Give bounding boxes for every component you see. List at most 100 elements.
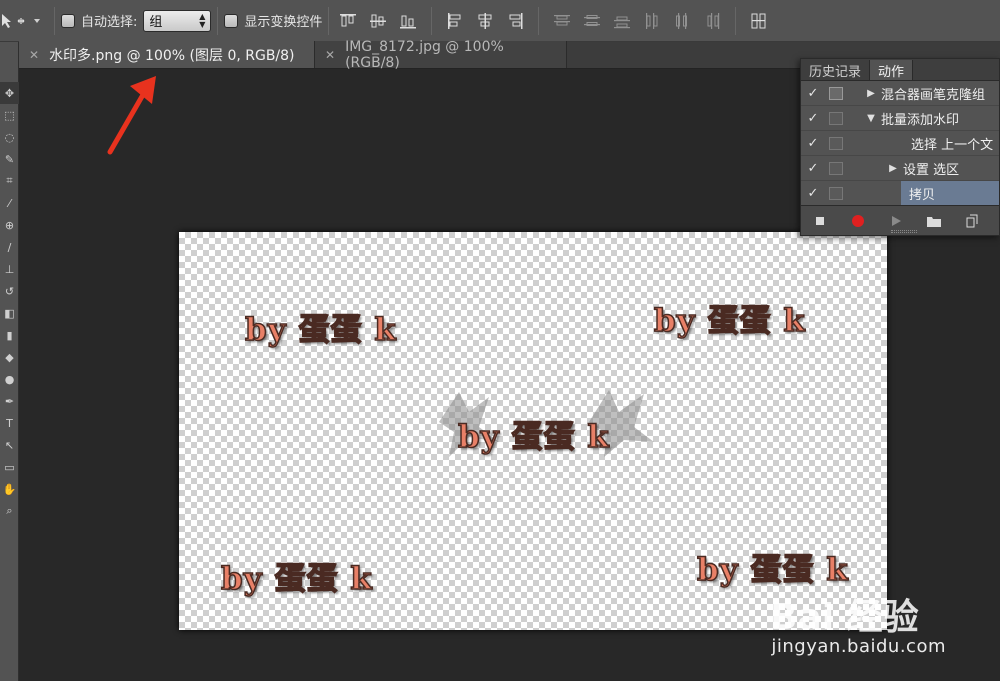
align-bottom-icon: [400, 15, 417, 28]
baidu-logo-text: Bai 经验: [770, 597, 919, 638]
quick-select-tool-icon[interactable]: ✎: [0, 148, 19, 170]
stop-button[interactable]: [811, 212, 829, 230]
action-row[interactable]: ✓ 选择 上一个文: [801, 131, 999, 156]
action-row[interactable]: ✓ ▶ 混合器画笔克隆组: [801, 81, 999, 106]
check-icon[interactable]: ✓: [801, 136, 825, 151]
eraser-tool-icon[interactable]: ◧: [0, 302, 19, 324]
record-button[interactable]: [849, 212, 867, 230]
align-bottom-edges-button[interactable]: [395, 8, 421, 34]
type-tool-icon[interactable]: T: [0, 412, 19, 434]
action-row-selected[interactable]: ✓ 拷贝: [801, 181, 999, 206]
divider: [217, 6, 219, 35]
auto-align-layers-button[interactable]: [746, 8, 772, 34]
align-horizontal-centers-button[interactable]: [472, 8, 498, 34]
new-action-button[interactable]: [963, 212, 981, 230]
close-icon[interactable]: ✕: [325, 48, 335, 62]
brush-tool-icon[interactable]: ∕: [0, 236, 19, 258]
auto-select-dropdown[interactable]: 组 ▲ ▼: [143, 9, 212, 32]
distribute-hcenter-icon: [676, 12, 688, 29]
divider: [538, 6, 540, 35]
options-bar: 自动选择: 组 ▲ ▼ 显示变换控件: [0, 0, 1000, 42]
move-tool-icon[interactable]: ✥: [0, 82, 19, 104]
expand-triangle-icon[interactable]: ▶: [863, 88, 879, 99]
distribute-vcenter-icon: [584, 14, 601, 26]
dialog-toggle-icon[interactable]: [829, 86, 843, 100]
action-row[interactable]: ✓ ▼ 批量添加水印: [801, 106, 999, 131]
blur-tool-icon[interactable]: ◆: [0, 346, 19, 368]
path-select-tool-icon[interactable]: ↖: [0, 434, 19, 456]
align-vertical-centers-button[interactable]: [365, 8, 391, 34]
folder-icon: [927, 216, 941, 227]
dialog-toggle-icon[interactable]: [829, 186, 843, 200]
align-buttons: [335, 6, 772, 35]
show-transform-option[interactable]: 显示变换控件: [224, 11, 322, 30]
distribute-bottom-button[interactable]: [609, 8, 635, 34]
auto-select-option[interactable]: 自动选择: 组 ▲ ▼: [61, 9, 212, 32]
play-button[interactable]: [887, 212, 905, 230]
show-transform-checkbox[interactable]: [224, 13, 239, 28]
stop-icon: [816, 216, 824, 225]
check-icon[interactable]: ✓: [801, 186, 825, 201]
watermark-text: by 蛋蛋 k: [457, 418, 610, 456]
new-item-icon: [966, 214, 978, 227]
dialog-toggle-icon[interactable]: [829, 111, 843, 125]
move-tool-icon: [2, 13, 40, 28]
distribute-left-button[interactable]: [639, 8, 665, 34]
align-left-edges-button[interactable]: [442, 8, 468, 34]
tool-preset-picker[interactable]: [0, 0, 48, 42]
tab-history[interactable]: 历史记录: [801, 60, 869, 80]
pen-tool-icon[interactable]: ✒: [0, 390, 19, 412]
stamp-tool-icon[interactable]: ⊥: [0, 258, 19, 280]
eyedropper-tool-icon[interactable]: ⁄: [0, 192, 19, 214]
tab-watermark-png[interactable]: ✕ 水印多.png @ 100% (图层 0, RGB/8): [19, 41, 315, 68]
dodge-tool-icon[interactable]: ●: [0, 368, 19, 390]
distribute-right-icon: [707, 12, 720, 29]
watermark-text: by 蛋蛋 k: [653, 302, 806, 340]
tab-img-8172[interactable]: ✕ IMG_8172.jpg @ 100%(RGB/8): [315, 39, 567, 71]
check-icon[interactable]: ✓: [801, 86, 825, 101]
auto-select-checkbox[interactable]: [61, 13, 75, 28]
healing-tool-icon[interactable]: ⊕: [0, 214, 19, 236]
align-right-icon: [509, 12, 523, 29]
hand-tool-icon[interactable]: ✋: [0, 478, 19, 500]
distribute-top-button[interactable]: [549, 8, 575, 34]
document-canvas[interactable]: by 蛋蛋 k by 蛋蛋 k by 蛋蛋 k by 蛋蛋 k by 蛋蛋 k: [179, 232, 887, 630]
panel-resize-grip[interactable]: [891, 230, 917, 233]
auto-select-value: 组: [149, 15, 163, 30]
distribute-vcenter-button[interactable]: [579, 8, 605, 34]
history-brush-tool-icon[interactable]: ↺: [0, 280, 19, 302]
distribute-left-icon: [646, 12, 658, 29]
watermark-text: by 蛋蛋 k: [696, 551, 849, 589]
align-left-icon: [448, 12, 461, 29]
crop-tool-icon[interactable]: ⌗: [0, 170, 19, 192]
photoshop-window: 自动选择: 组 ▲ ▼ 显示变换控件 ✥ ⬚ ◌ ✎ ⌗ ⁄ ⊕ ∕ ⊥ ↺ ◧…: [0, 0, 1000, 681]
zoom-tool-icon[interactable]: ⌕: [0, 500, 19, 522]
action-row[interactable]: ✓ ▶ 设置 选区: [801, 156, 999, 181]
align-right-edges-button[interactable]: [502, 8, 528, 34]
lasso-tool-icon[interactable]: ◌: [0, 126, 19, 148]
distribute-bottom-icon: [614, 16, 631, 28]
distribute-top-icon: [554, 14, 571, 25]
gradient-tool-icon[interactable]: ▮: [0, 324, 19, 346]
dialog-toggle-icon[interactable]: [829, 161, 843, 175]
panel-tabs: 历史记录 动作: [801, 59, 999, 81]
marquee-tool-icon[interactable]: ⬚: [0, 104, 19, 126]
check-icon[interactable]: ✓: [801, 161, 825, 176]
auto-align-icon: [751, 13, 766, 28]
align-top-edges-button[interactable]: [335, 8, 361, 34]
new-set-button[interactable]: [925, 212, 943, 230]
expand-triangle-icon[interactable]: ▼: [863, 113, 879, 124]
distribute-right-button[interactable]: [699, 8, 725, 34]
auto-select-label: 自动选择:: [81, 15, 138, 30]
watermark-text: by 蛋蛋 k: [220, 560, 373, 598]
tab-actions[interactable]: 动作: [869, 60, 914, 80]
distribute-hcenter-button[interactable]: [669, 8, 695, 34]
dialog-toggle-icon[interactable]: [829, 136, 843, 150]
check-icon[interactable]: ✓: [801, 111, 825, 126]
close-icon[interactable]: ✕: [29, 48, 39, 62]
watermark-text: by 蛋蛋 k: [244, 311, 397, 349]
selected-row-highlight: 拷贝: [901, 181, 999, 205]
expand-triangle-icon[interactable]: ▶: [885, 163, 901, 174]
divider: [54, 6, 55, 35]
shape-tool-icon[interactable]: ▭: [0, 456, 19, 478]
